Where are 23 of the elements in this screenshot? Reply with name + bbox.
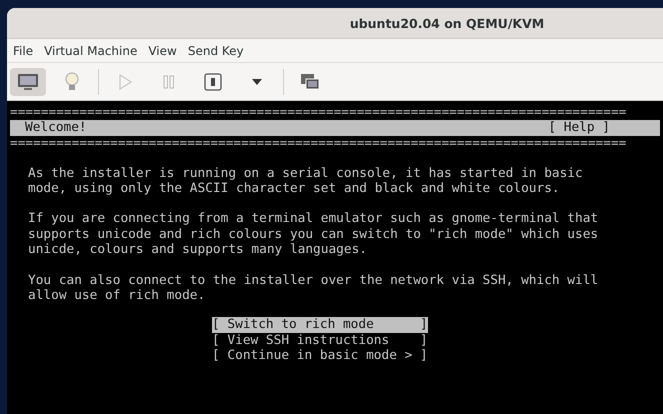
paragraph: As the installer is running on a serial console, it has started in basic mode, using only the ASCII character set and black and white colours. (28, 166, 583, 196)
rule-line: ================================================================================ (10, 136, 626, 152)
help-button[interactable]: [ Help ] (548, 120, 610, 136)
window-title: ubuntu20.04 on QEMU/KVM (350, 16, 544, 30)
menu-item[interactable]: Send Key (188, 44, 244, 58)
pause-icon (163, 74, 175, 88)
menu-item[interactable]: File (13, 44, 34, 58)
console-button[interactable]: [ Continue in basic mode > ] (212, 348, 428, 364)
menu-item[interactable]: Virtual Machine (44, 44, 138, 58)
monitor-icon (17, 72, 39, 90)
console-button[interactable]: [ View SSH instructions ] (212, 332, 428, 348)
switch-icon (204, 72, 222, 90)
rule-line: ================================================================================ (10, 105, 626, 120)
menu-item[interactable]: View (148, 44, 177, 58)
caret-icon (251, 78, 263, 86)
screens-icon (300, 72, 320, 90)
console-button[interactable]: [ Switch to rich mode ] (212, 317, 428, 333)
header-title: Welcome! (25, 120, 87, 136)
paragraph: If you are connecting from a terminal emulator such as gnome-terminal that supports unicode and rich colours you can switch to "rich mode" which uses unicde, colours and supports many languages. (28, 211, 598, 258)
play-icon (118, 74, 132, 90)
bulb-icon (65, 72, 79, 92)
paragraph: You can also connect to the installer over the network via SSH, which will allow use of rich mode. (28, 272, 598, 304)
monitor-button[interactable] (10, 68, 46, 96)
